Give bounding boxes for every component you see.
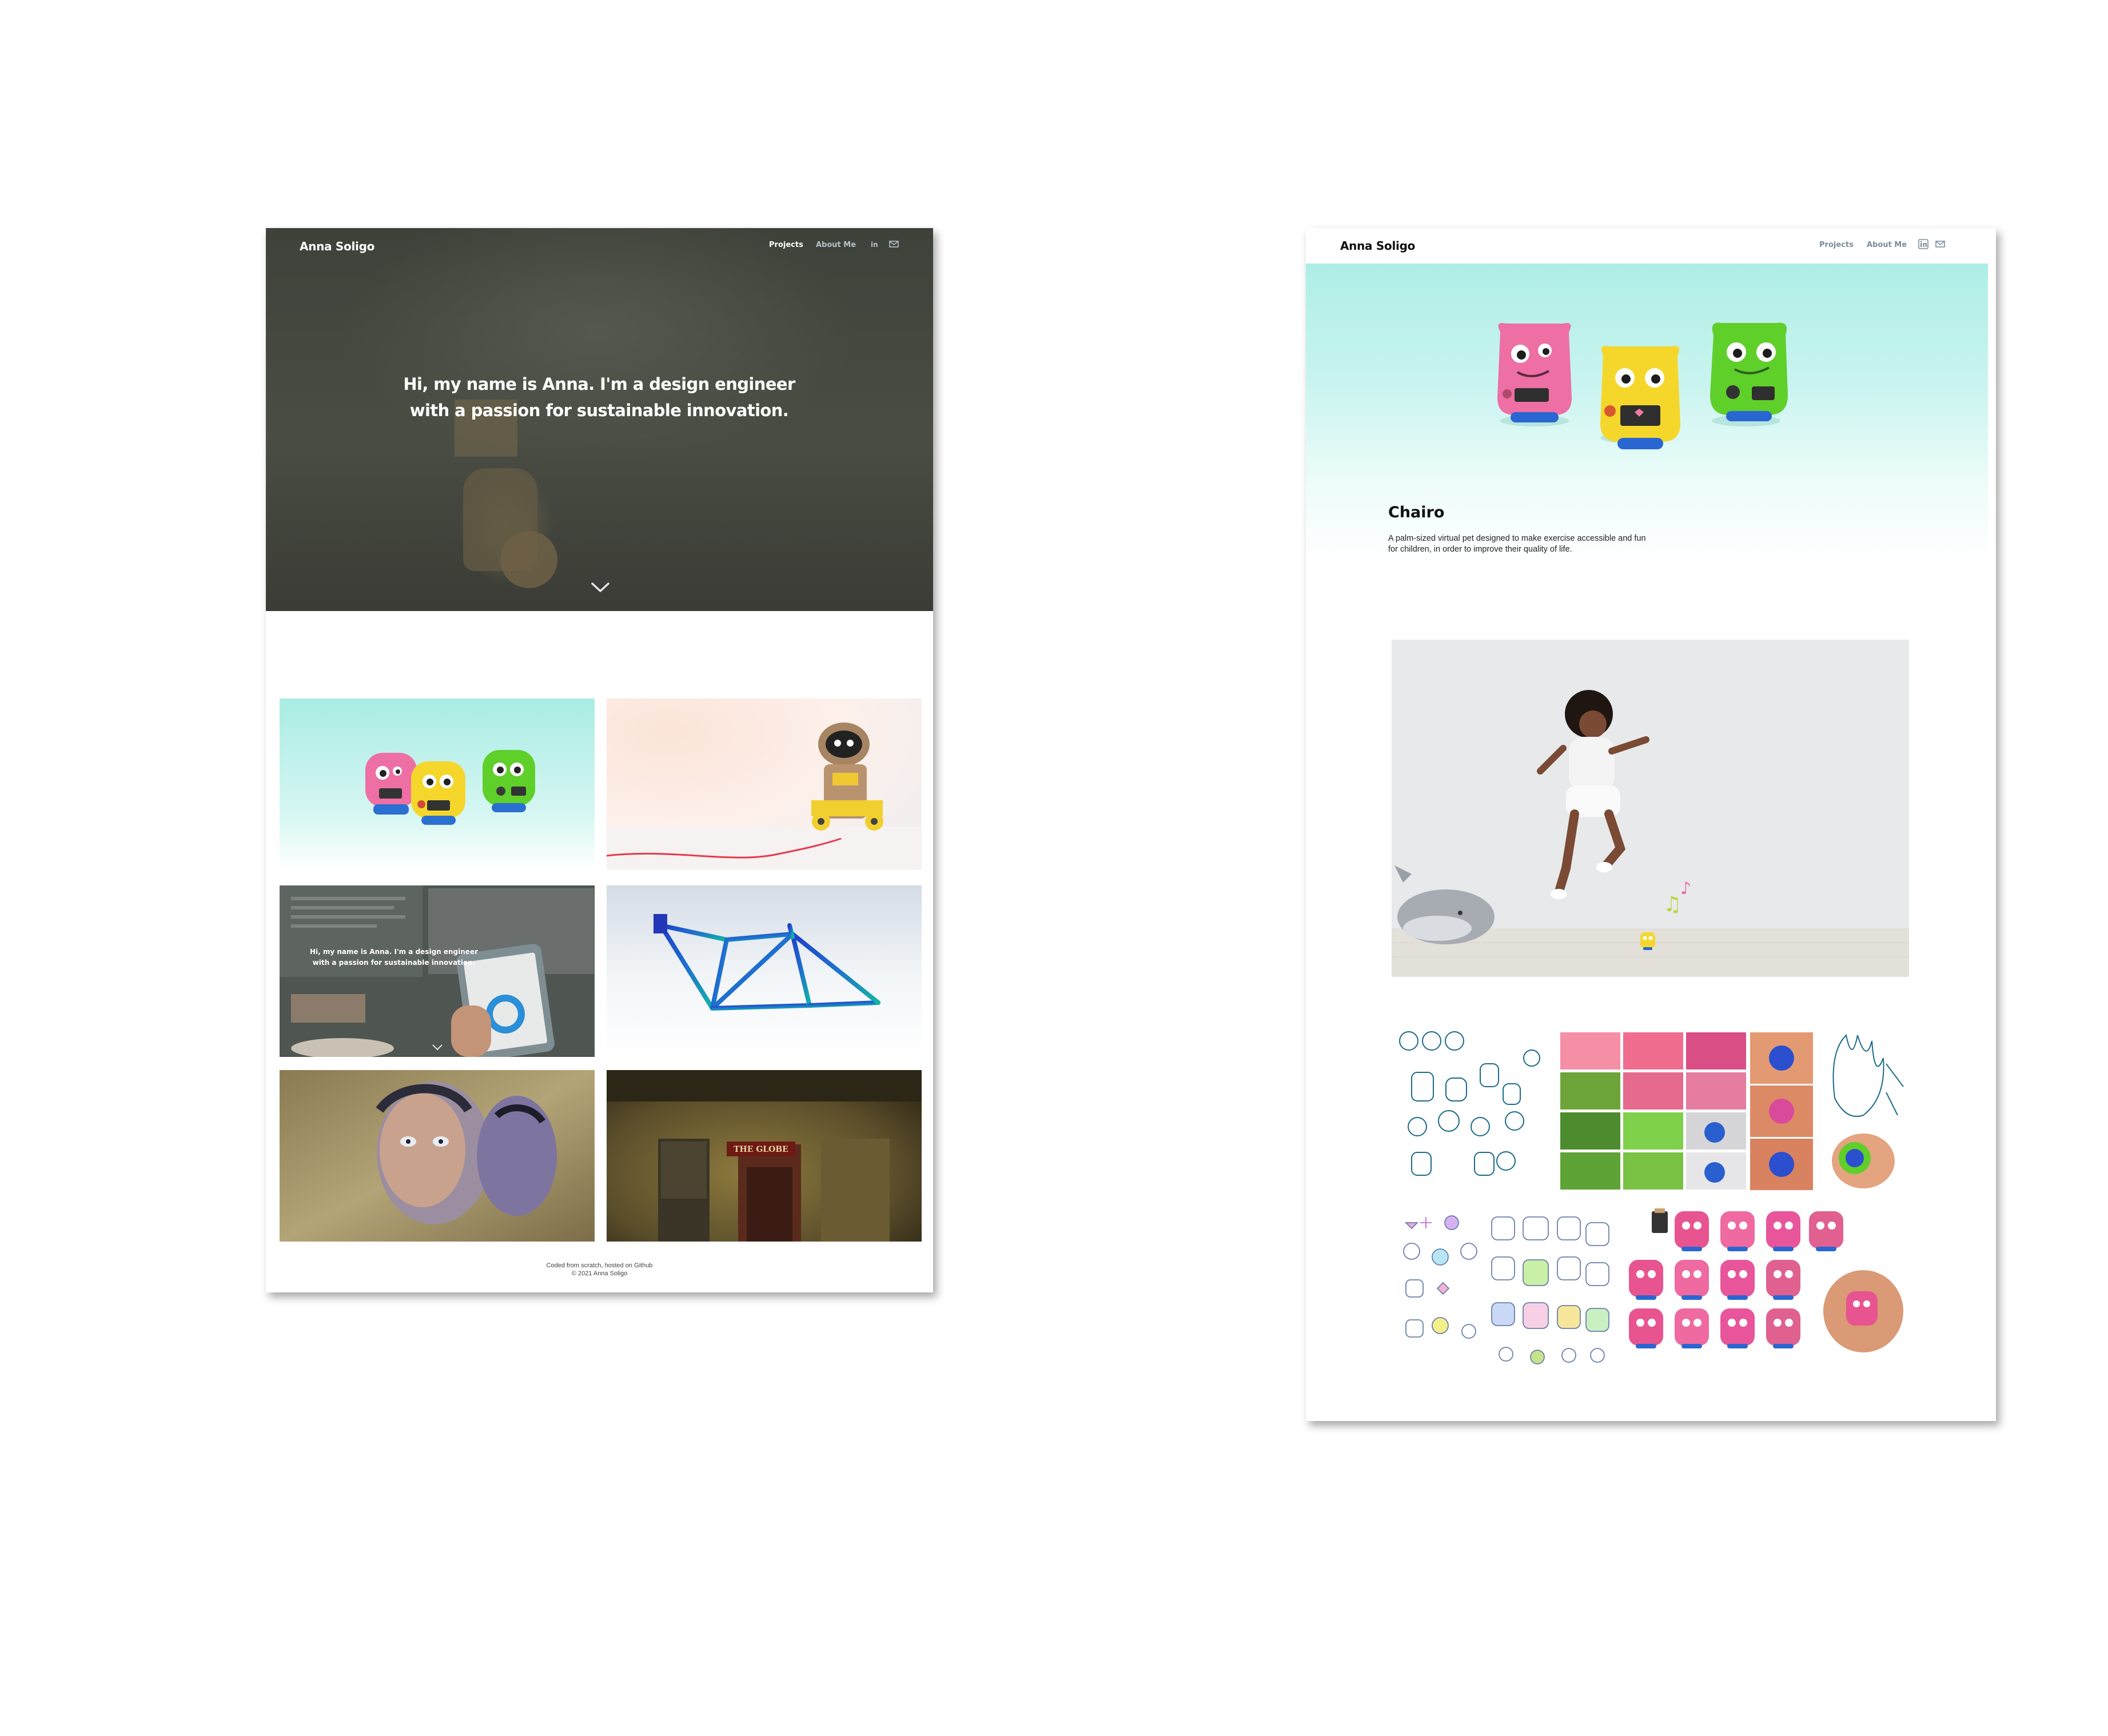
mail-icon[interactable]: [889, 240, 899, 249]
thumb-hero-line-1: Hi, my name is Anna. I'm a design engine…: [310, 948, 478, 956]
thumb-hero-line-2: with a passion for sustainable innovatio…: [313, 959, 476, 967]
pet-green: [483, 750, 535, 812]
pet-yellow: [411, 761, 465, 825]
svg-text:in: in: [871, 241, 878, 249]
svg-text:♫: ♫: [1663, 893, 1681, 916]
hero-robot-wheel: [500, 531, 557, 588]
linkedin-icon[interactable]: in: [870, 240, 880, 249]
mail-icon[interactable]: [1935, 240, 1946, 249]
pub-sign-text: THE GLOBE: [734, 1145, 788, 1154]
photo-child-jumping: ♫ ♪: [1392, 640, 1909, 977]
project-tile-website[interactable]: Hi, my name is Anna. I'm a design engine…: [280, 885, 595, 1057]
chairo-green: [1710, 322, 1788, 421]
project-description: A palm-sized virtual pet designed to mak…: [1388, 534, 1646, 554]
project-tile-bike-frame[interactable]: [607, 885, 922, 1057]
hand-holding-pink-prototype: [1823, 1270, 1903, 1352]
brand-logo[interactable]: Anna Soligo: [1340, 239, 1415, 253]
brand-logo[interactable]: Anna Soligo: [300, 240, 374, 253]
hero-title-line-1: Hi, my name is Anna. I'm a design engine…: [403, 374, 795, 394]
project-tile-robot[interactable]: [607, 699, 922, 870]
collage-development-row-2: [1394, 1206, 1912, 1374]
footer-credit: Coded from scratch, hosted on Github: [546, 1262, 653, 1269]
chairo-small: [1640, 932, 1655, 950]
project-page-mockup: Chairo A palm-sized virtual pet designed…: [1306, 228, 1996, 1421]
chairo-yellow: [1600, 346, 1680, 449]
hero-title-line-2: with a passion for sustainable innovatio…: [409, 401, 789, 420]
nav-projects-link[interactable]: Projects: [1819, 241, 1854, 249]
svg-text:♪: ♪: [1680, 879, 1691, 899]
project-tile-street-photo[interactable]: THE GLOBE: [607, 1070, 922, 1242]
hero-title: Hi, my name is Anna. I'm a design engine…: [370, 371, 828, 424]
chevron-down-icon[interactable]: [591, 581, 610, 594]
project-tile-chairo[interactable]: [280, 699, 595, 870]
project-top-nav: Anna Soligo Projects About Me: [1306, 228, 1996, 264]
project-tile-portrait-art[interactable]: [280, 1070, 595, 1242]
chairo-pink: [1497, 323, 1572, 422]
project-hero: Chairo A palm-sized virtual pet designed…: [1306, 264, 1988, 561]
nav-projects-link[interactable]: Projects: [769, 241, 803, 249]
footer-copyright: © 2021 Anna Soligo: [571, 1270, 628, 1277]
hero-section: Anna Soligo Projects About Me in Hi, my …: [266, 228, 933, 611]
collage-development-row-1: [1394, 1029, 1912, 1198]
nav-about-link[interactable]: About Me: [1867, 241, 1907, 249]
homepage-mockup: Anna Soligo Projects About Me in Hi, my …: [266, 228, 933, 1292]
project-title: Chairo: [1388, 504, 1445, 521]
nav-about-link[interactable]: About Me: [816, 241, 856, 249]
linkedin-icon[interactable]: [1918, 239, 1928, 249]
hand-holding-prototype: [1832, 1134, 1895, 1188]
top-nav: Anna Soligo Projects About Me in: [266, 228, 933, 262]
